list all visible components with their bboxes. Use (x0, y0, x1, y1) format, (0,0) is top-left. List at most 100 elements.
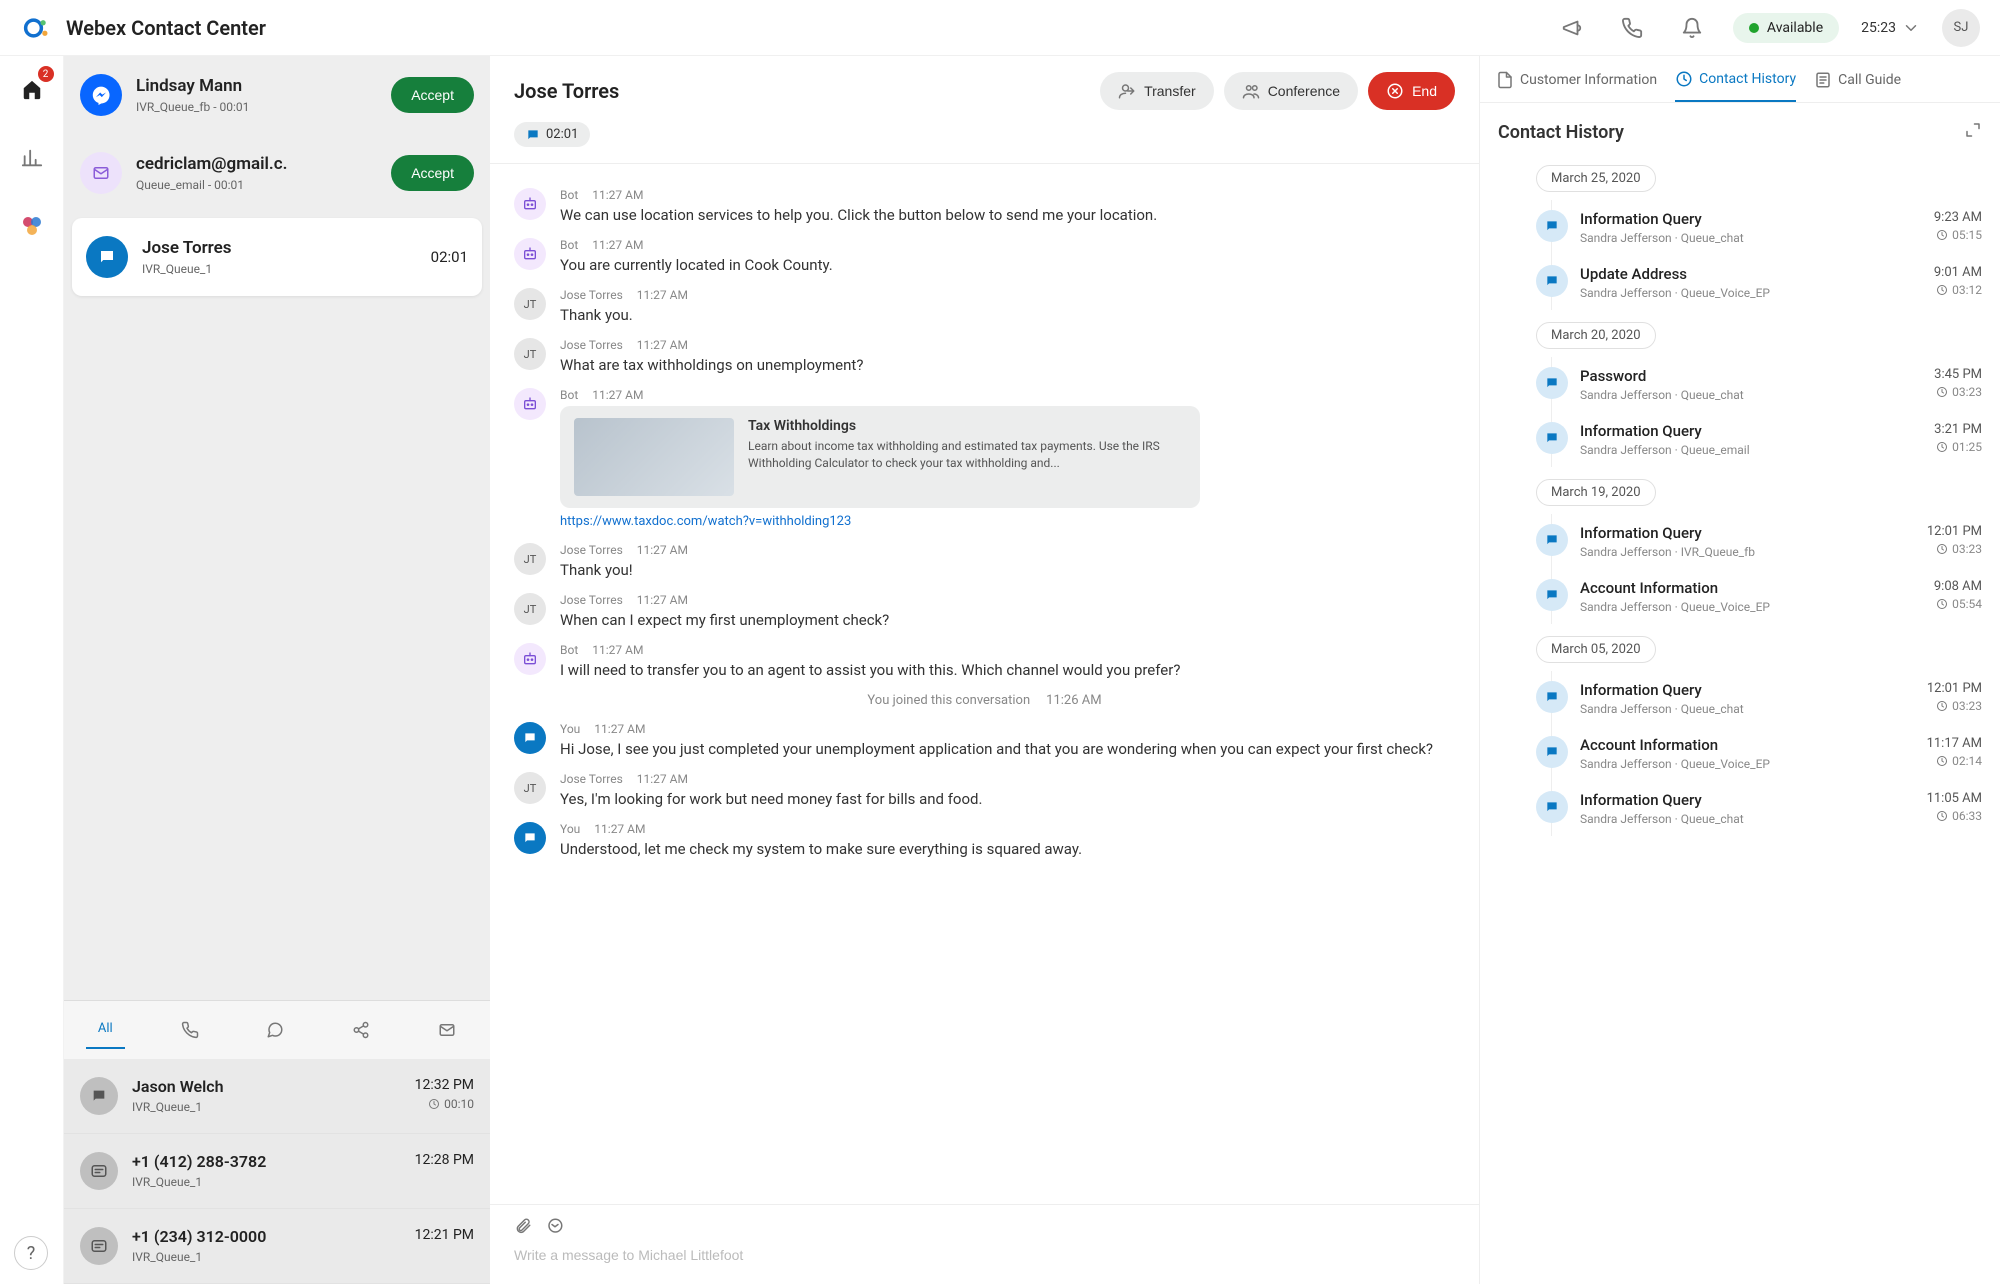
timeline-title: Information Query (1580, 210, 1922, 228)
incoming-name: cedriclam@gmail.c. (136, 154, 377, 174)
timeline-title: Information Query (1580, 681, 1915, 699)
incoming-name: Lindsay Mann (136, 76, 377, 96)
timeline-date-pill: March 05, 2020 (1536, 636, 1656, 663)
timeline-item[interactable]: PasswordSandra Jefferson · Queue_chat 3:… (1498, 357, 1982, 412)
accept-button[interactable]: Accept (391, 77, 474, 113)
rich-card-link[interactable]: https://www.taxdoc.com/watch?v=withholdi… (560, 514, 851, 529)
timeline-sub: Sandra Jefferson · Queue_chat (1580, 231, 1922, 245)
message-text: Hi Jose, I see you just completed your u… (560, 740, 1455, 758)
message-sender: Jose Torres (560, 772, 623, 786)
timeline-time: 9:08 AM (1934, 579, 1982, 594)
left-panel: Lindsay Mann IVR_Queue_fb - 00:01 Accept… (64, 56, 490, 1284)
timeline-time: 9:01 AM (1934, 265, 1982, 280)
user-avatar[interactable]: SJ (1942, 9, 1980, 47)
timeline-item[interactable]: Update AddressSandra Jefferson · Queue_V… (1498, 255, 1982, 310)
timeline-item[interactable]: Information Query Sandra Jefferson · Queu… (1498, 671, 1982, 726)
timeline-date-pill: March 19, 2020 (1536, 479, 1656, 506)
history-row[interactable]: +1 (234) 312-0000IVR_Queue_1 12:21 PM (64, 1209, 490, 1284)
messenger-icon (80, 74, 122, 116)
timeline-avatar-icon (1536, 791, 1568, 823)
accept-button[interactable]: Accept (391, 155, 474, 191)
status-dropdown[interactable]: Available (1733, 13, 1839, 43)
system-message: You joined this conversation11:26 AM (514, 693, 1455, 708)
tab-call-guide[interactable]: Call Guide (1814, 70, 1901, 102)
history-name: +1 (234) 312-0000 (132, 1227, 401, 1246)
active-contact[interactable]: Jose Torres IVR_Queue_1 02:01 (72, 218, 482, 296)
timeline-avatar-icon (1536, 524, 1568, 556)
timeline-title: Update Address (1580, 265, 1922, 283)
chat-body[interactable]: Bot11:27 AMWe can use location services … (490, 164, 1479, 1204)
message-sender: Jose Torres (560, 593, 623, 607)
right-panel-title: Contact History (1498, 122, 1624, 143)
help-icon[interactable]: ? (14, 1236, 48, 1270)
message-row: JTJose Torres11:27 AMThank you! (514, 543, 1455, 579)
attach-icon[interactable] (514, 1217, 532, 1239)
message-time: 11:27 AM (637, 772, 688, 786)
announce-icon[interactable] (1553, 9, 1591, 47)
history-filter-tabs: All (64, 1001, 490, 1059)
phone-icon[interactable] (1613, 9, 1651, 47)
timeline-time: 3:45 PM (1934, 367, 1982, 382)
message-input[interactable] (514, 1247, 1455, 1263)
status-label: Available (1767, 20, 1823, 36)
active-sub: IVR_Queue_1 (142, 262, 417, 276)
message-sender: You (560, 722, 580, 736)
timeline-item[interactable]: Account InformationSandra Jefferson · Qu… (1498, 569, 1982, 624)
bot-avatar-icon (514, 388, 546, 420)
message-text: Yes, I'm looking for work but need money… (560, 790, 1455, 808)
conference-button[interactable]: Conference (1224, 72, 1358, 110)
rail-home-badge: 2 (38, 66, 54, 82)
timeline-title: Information Query (1580, 524, 1915, 542)
tab-contact-history[interactable]: Contact History (1675, 70, 1796, 102)
filter-chat-icon[interactable] (254, 1015, 296, 1049)
history-sub: IVR_Queue_1 (132, 1175, 401, 1189)
brand-logo-icon (20, 11, 54, 45)
timeline-sub: Sandra Jefferson · Queue_chat (1580, 702, 1915, 716)
bot-avatar-icon (514, 643, 546, 675)
filter-all[interactable]: All (86, 1015, 125, 1049)
tab-customer-info[interactable]: Customer Information (1496, 70, 1657, 102)
status-dot-icon (1749, 23, 1759, 33)
timeline-sub: Sandra Jefferson · Queue_chat (1580, 388, 1922, 402)
filter-social-icon[interactable] (340, 1015, 382, 1049)
end-button[interactable]: End (1368, 72, 1455, 110)
rich-card[interactable]: Tax WithholdingsLearn about income tax w… (560, 406, 1200, 508)
timeline-item[interactable]: Information Query Sandra Jefferson · Queu… (1498, 412, 1982, 467)
filter-voice-icon[interactable] (169, 1015, 211, 1049)
transfer-button[interactable]: Transfer (1100, 72, 1214, 110)
message-text: Understood, let me check my system to ma… (560, 840, 1455, 858)
rich-card-title: Tax Withholdings (748, 418, 1186, 434)
history-row[interactable]: Jason WelchIVR_Queue_1 12:32 PM00:10 (64, 1059, 490, 1134)
timeline-duration: 02:14 (1927, 754, 1982, 768)
timeline-duration: 05:15 (1934, 228, 1982, 242)
timeline-item[interactable]: Account InformationSandra Jefferson · Qu… (1498, 726, 1982, 781)
timeline-item[interactable]: Information QuerySandra Jefferson · Queu… (1498, 781, 1982, 836)
canned-response-icon[interactable] (546, 1217, 564, 1239)
message-time: 11:27 AM (594, 822, 645, 836)
history-row[interactable]: +1 (412) 288-3782IVR_Queue_1 12:28 PM (64, 1134, 490, 1209)
user-avatar-icon: JT (514, 338, 546, 370)
expand-icon[interactable] (1964, 121, 1982, 143)
app-title: Webex Contact Center (66, 16, 266, 40)
timeline-title: Information Query (1580, 422, 1922, 440)
timeline-item[interactable]: Information QuerySandra Jefferson · IVR_… (1498, 514, 1982, 569)
incoming-sub: IVR_Queue_fb - 00:01 (136, 100, 377, 114)
message-row: Bot11:27 AMWe can use location services … (514, 188, 1455, 224)
message-row: JTJose Torres11:27 AMWhat are tax withho… (514, 338, 1455, 374)
message-row: Bot11:27 AM Tax WithholdingsLearn about … (514, 388, 1455, 529)
filter-email-icon[interactable] (426, 1015, 468, 1049)
rail-home[interactable]: 2 (12, 70, 52, 110)
timeline-title: Account Information (1580, 736, 1915, 754)
timeline-item[interactable]: Information Query Sandra Jefferson · Queu… (1498, 200, 1982, 255)
history-dur: 00:10 (415, 1097, 474, 1111)
timeline-time: 11:05 AM (1927, 791, 1982, 806)
message-text: Thank you. (560, 306, 1455, 324)
rail-analytics[interactable] (12, 138, 52, 178)
rail-apps[interactable] (12, 206, 52, 246)
message-sender: Bot (560, 388, 578, 402)
bell-icon[interactable] (1673, 9, 1711, 47)
incoming-contact: Lindsay Mann IVR_Queue_fb - 00:01 Accept (64, 56, 490, 134)
timeline-sub: Sandra Jefferson · Queue_email (1580, 443, 1922, 457)
session-timer-dropdown[interactable]: 25:23 (1861, 19, 1920, 37)
message-text: What are tax withholdings on unemploymen… (560, 356, 1455, 374)
